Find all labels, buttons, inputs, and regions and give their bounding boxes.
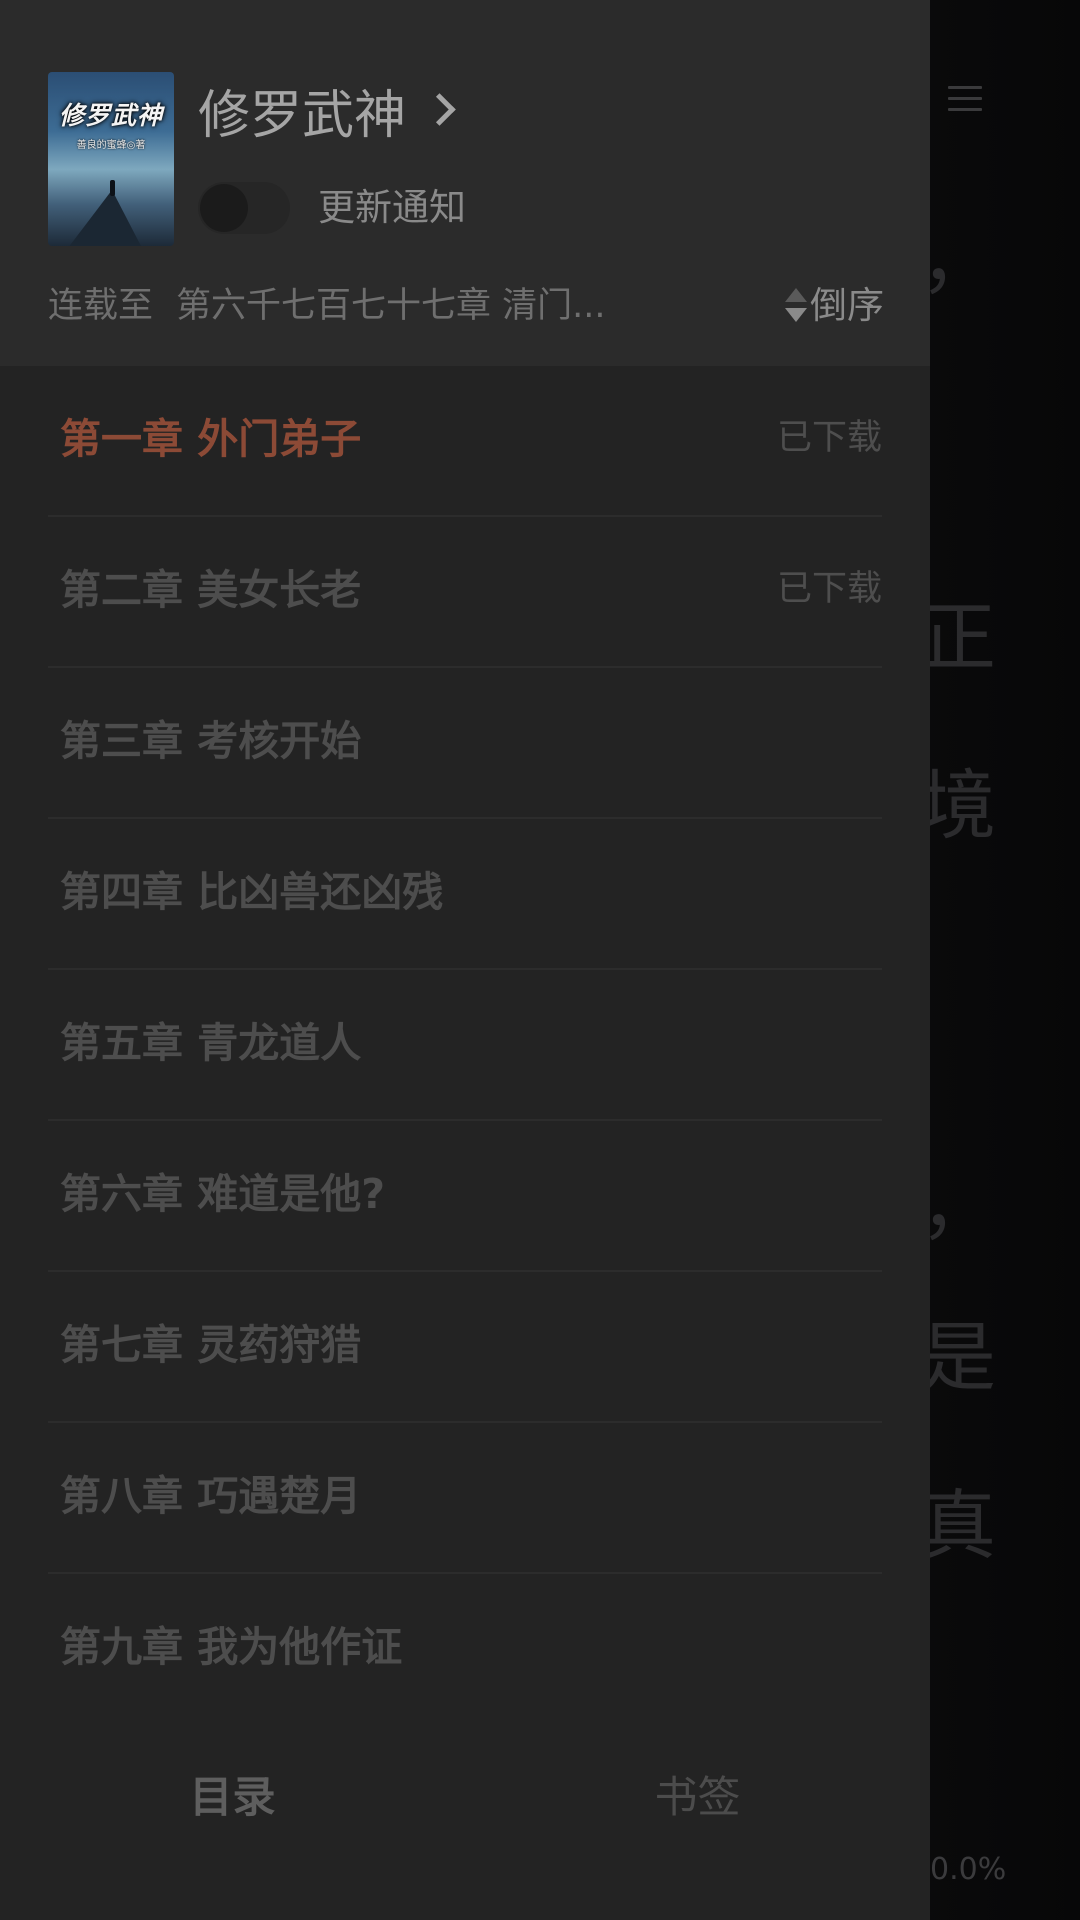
chevron-right-icon[interactable]: [423, 93, 456, 126]
book-info-header: 修罗武神 善良的蜜蜂◎著 修罗武神 更新通知 连载至 第六千七百七十七章 清门.…: [0, 0, 930, 366]
latest-chapter-link[interactable]: 第六千七百七十七章 清门...: [176, 284, 606, 328]
chapter-row[interactable]: 第六章 难道是他?: [48, 1121, 882, 1272]
reader-text-fragment: 真: [920, 1481, 996, 1570]
chapter-row[interactable]: 第三章 考核开始: [48, 668, 882, 819]
chapter-title: 第一章 外门弟子: [60, 415, 362, 463]
sort-icon: [784, 288, 808, 324]
update-notification-label: 更新通知: [318, 186, 466, 229]
chapter-title: 第二章 美女长老: [60, 566, 362, 614]
chapter-title: 第八章 巧遇楚月: [60, 1472, 362, 1520]
chapter-title: 第三章 考核开始: [60, 717, 362, 765]
reader-text-fragment: ，: [920, 1161, 996, 1250]
chapter-title: 第九章 我为他作证: [60, 1623, 403, 1671]
catalog-drawer: 修罗武神 善良的蜜蜂◎著 修罗武神 更新通知 连载至 第六千七百七十七章 清门.…: [0, 0, 930, 1920]
hamburger-menu-icon[interactable]: [948, 86, 982, 112]
chapter-title: 第七章 灵药狩猎: [60, 1321, 362, 1369]
chapter-row[interactable]: 第八章 巧遇楚月: [48, 1423, 882, 1574]
reader-text-fragment: 正: [920, 593, 996, 682]
book-title[interactable]: 修罗武神: [198, 82, 406, 150]
cover-author: 善良的蜜蜂◎著: [76, 140, 146, 151]
chapter-row[interactable]: 第五章 青龙道人: [48, 970, 882, 1121]
chapter-row[interactable]: 第九章 我为他作证: [48, 1574, 882, 1723]
cover-rock-art: [68, 190, 142, 246]
chapter-row[interactable]: 第四章 比凶兽还凶残: [48, 819, 882, 970]
chapter-title: 第六章 难道是他?: [60, 1170, 386, 1218]
chapter-title: 第四章 比凶兽还凶残: [60, 868, 444, 916]
tab-catalog[interactable]: 目录: [0, 1770, 465, 1826]
reading-progress: 0.0%: [930, 1852, 1007, 1887]
download-status: 已下载: [776, 569, 882, 609]
chapter-title: 第五章 青龙道人: [60, 1019, 362, 1067]
download-status: 已下载: [776, 418, 882, 458]
reader-text-fragment: ，: [920, 215, 996, 304]
tab-bookmark[interactable]: 书签: [465, 1770, 930, 1826]
chapter-list: 第一章 外门弟子 已下载 第二章 美女长老 已下载 第三章 考核开始 第四章 比…: [0, 366, 930, 1723]
sort-order-label: 倒序: [810, 284, 884, 327]
toggle-knob: [200, 184, 248, 232]
chapter-row[interactable]: 第二章 美女长老 已下载: [48, 517, 882, 668]
reader-text-fragment: 是: [920, 1313, 996, 1402]
serial-status-label: 连载至: [48, 286, 154, 326]
drawer-tab-bar: 目录 书签: [0, 1720, 930, 1920]
cover-figure-art: [110, 180, 115, 196]
cover-title: 修罗武神: [58, 101, 163, 130]
update-notification-toggle[interactable]: [198, 182, 290, 234]
sort-order-button[interactable]: 倒序: [780, 280, 892, 332]
reader-text-fragment: 境: [920, 761, 996, 850]
chapter-row[interactable]: 第一章 外门弟子 已下载: [48, 366, 882, 517]
chapter-row[interactable]: 第七章 灵药狩猎: [48, 1272, 882, 1423]
book-cover[interactable]: 修罗武神 善良的蜜蜂◎著: [48, 72, 174, 246]
